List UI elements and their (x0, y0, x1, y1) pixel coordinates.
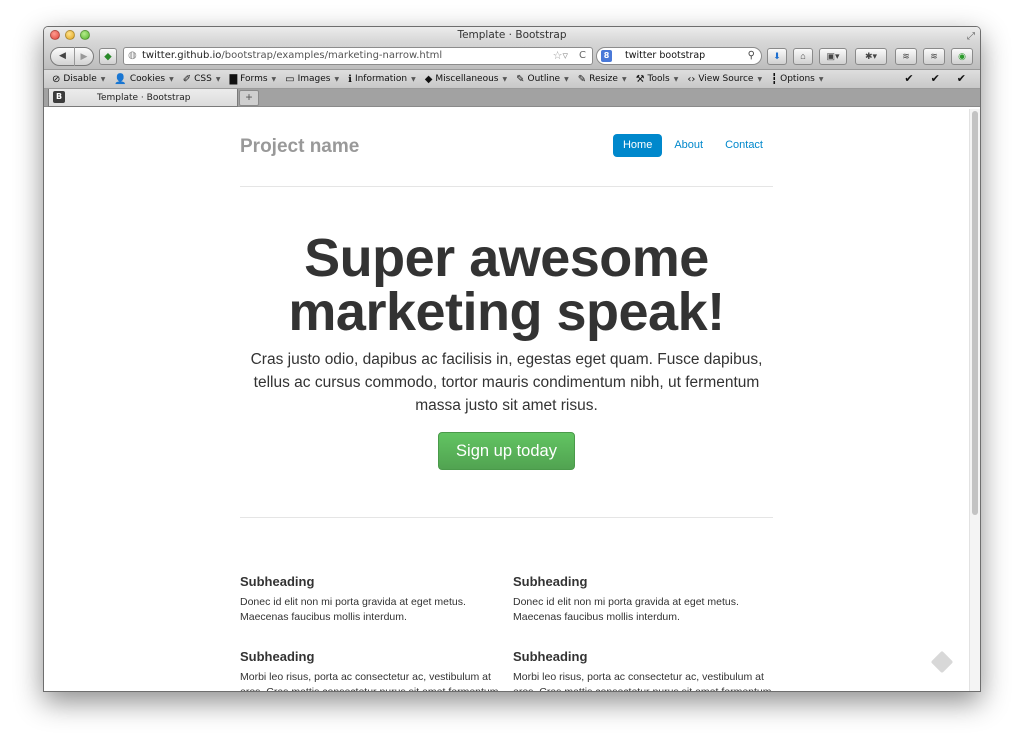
disable-icon: ⊘ (52, 73, 61, 85)
tab-label: Template · Bootstrap (97, 93, 191, 103)
url-bar[interactable]: ◍ twitter.github.io/bootstrap/examples/m… (123, 47, 593, 65)
information-icon: ℹ (348, 73, 352, 85)
minimize-window-button[interactable] (65, 30, 75, 40)
home-icon[interactable]: ⌂ (793, 48, 813, 65)
window-title: Template · Bootstrap (457, 29, 567, 41)
devbar-item-information[interactable]: ℹ Information ▼ (348, 74, 416, 85)
extension-icon[interactable]: ✱▾ (855, 48, 887, 65)
devbar-item-outline[interactable]: ✎ Outline ▼ (516, 74, 569, 85)
globe-icon: ◍ (128, 50, 137, 61)
sign-up-button[interactable]: Sign up today (438, 432, 575, 470)
outline-icon: ✎ (516, 73, 525, 85)
subheading-text: Donec id elit non mi porta gravida at eg… (513, 596, 739, 623)
subheading: Subheading (240, 649, 315, 664)
marketing-item: Subheading Morbi leo risus, porta ac con… (513, 649, 775, 692)
browser-window: Template · Bootstrap ⤢ ◀ ▶ ◆ ◍ twitter.g… (43, 26, 981, 692)
search-engine-icon[interactable]: 8 (601, 50, 612, 62)
window-controls (50, 30, 90, 40)
bootstrap-favicon-icon: B (53, 91, 65, 103)
download-icon[interactable]: ⬇ (767, 48, 787, 65)
cookies-icon: 👤 (114, 73, 127, 85)
devbar-item-miscellaneous[interactable]: ◆ Miscellaneous ▼ (425, 74, 507, 85)
accessibility-check-icon[interactable]: ✔ (957, 72, 966, 85)
hero-title-line1: Super awesome (304, 228, 709, 288)
navigation-toolbar: ◀ ▶ ◆ ◍ twitter.github.io/bootstrap/exam… (44, 43, 980, 70)
devbar-item-tools[interactable]: ⚒ Tools ▼ (636, 74, 679, 85)
jumbotron: Super awesome marketing speak! Cras just… (240, 187, 773, 518)
resize-icon: ✎ (577, 73, 587, 85)
nav-about[interactable]: About (664, 134, 713, 157)
devbar-item-resize[interactable]: ✎ Resize ▼ (578, 74, 627, 85)
subheading-text: Morbi leo risus, porta ac consectetur ac… (240, 671, 502, 692)
devbar-item-css[interactable]: ✐ CSS ▼ (183, 74, 221, 85)
devbar-item-disable[interactable]: ⊘ Disable ▼ (52, 74, 105, 85)
subheading: Subheading (513, 574, 588, 589)
marketing-item: Subheading Morbi leo risus, porta ac con… (240, 649, 502, 692)
layers-icon[interactable]: ≋ (895, 48, 917, 65)
feedback-icon[interactable] (930, 650, 954, 674)
images-icon: ▭ (285, 73, 295, 85)
search-icon[interactable]: ⚲ (748, 48, 755, 64)
hero-title-line2: marketing speak! (288, 282, 725, 342)
web-developer-toolbar: ⊘ Disable ▼ 👤 Cookies ▼ ✐ CSS ▼ ▇ Forms ▼ ▭ Image… (44, 70, 980, 89)
nav-home[interactable]: Home (612, 134, 663, 157)
hero-title: Super awesome marketing speak! (240, 231, 773, 339)
page-viewport: Project name Home About Contact Super aw… (44, 109, 980, 692)
css-valid-check-icon[interactable]: ✔ (931, 72, 940, 85)
validation-checks: ✔ ✔ ✔ (904, 72, 966, 85)
devbar-item-view-source[interactable]: ‹› View Source ▼ (687, 74, 762, 85)
url-host: twitter.github.io (142, 50, 222, 61)
vertical-scrollbar[interactable] (969, 109, 980, 691)
subheading: Subheading (513, 649, 588, 664)
marketing-item: Subheading Donec id elit non mi porta gr… (240, 574, 502, 625)
tab-template-bootstrap[interactable]: B Template · Bootstrap (48, 89, 238, 107)
search-input[interactable]: twitter bootstrap (625, 50, 705, 61)
stack-icon[interactable]: ≋ (923, 48, 945, 65)
miscellaneous-icon: ◆ (424, 73, 433, 85)
bookmark-star-icon[interactable]: ☆▿ (553, 48, 568, 64)
search-bar[interactable]: 8 twitter bootstrap ⚲ (596, 47, 762, 65)
close-window-button[interactable] (50, 30, 60, 40)
hero-lead: Cras justo odio, dapibus ac facilisis in… (250, 351, 763, 414)
new-tab-button[interactable]: + (239, 90, 259, 106)
project-name[interactable]: Project name (240, 136, 359, 158)
tools-icon: ⚒ (635, 73, 645, 85)
masthead: Project name Home About Contact (240, 109, 773, 187)
marketing-section: Subheading Donec id elit non mi porta gr… (240, 518, 775, 692)
tab-strip: B Template · Bootstrap + (44, 89, 980, 107)
css-icon: ✐ (182, 73, 192, 85)
nav-contact[interactable]: Contact (715, 134, 773, 157)
devbar-item-options[interactable]: ┇ Options ▼ (771, 74, 823, 85)
marketing-item: Subheading Donec id elit non mi porta gr… (513, 574, 775, 625)
back-button[interactable]: ◀ (51, 47, 75, 66)
subheading-text: Donec id elit non mi porta gravida at eg… (240, 596, 466, 623)
scrollbar-thumb[interactable] (972, 111, 978, 515)
page-container: Project name Home About Contact Super aw… (240, 109, 775, 692)
addon-green-icon[interactable]: ◆ (99, 48, 117, 65)
view-source-icon: ‹› (687, 73, 696, 85)
screenshot-icon[interactable]: ▣▾ (819, 48, 847, 65)
html-valid-check-icon[interactable]: ✔ (904, 72, 913, 85)
devbar-item-images[interactable]: ▭ Images ▼ (285, 74, 339, 85)
url-path: /bootstrap/examples/marketing-narrow.htm… (221, 50, 443, 61)
title-bar: Template · Bootstrap ⤢ (44, 27, 980, 43)
subheading-text: Morbi leo risus, porta ac consectetur ac… (513, 671, 775, 692)
addon-shield-icon[interactable]: ◉ (951, 48, 973, 65)
back-forward-control: ◀ ▶ (50, 47, 94, 66)
forms-icon: ▇ (229, 73, 238, 85)
zoom-window-button[interactable] (80, 30, 90, 40)
devbar-item-cookies[interactable]: 👤 Cookies ▼ (114, 74, 173, 85)
forward-button[interactable]: ▶ (75, 48, 93, 65)
options-icon: ┇ (771, 73, 778, 85)
nav-pills: Home About Contact (611, 134, 773, 157)
reload-icon[interactable]: C (579, 48, 586, 64)
subheading: Subheading (240, 574, 315, 589)
devbar-item-forms[interactable]: ▇ Forms ▼ (229, 74, 276, 85)
